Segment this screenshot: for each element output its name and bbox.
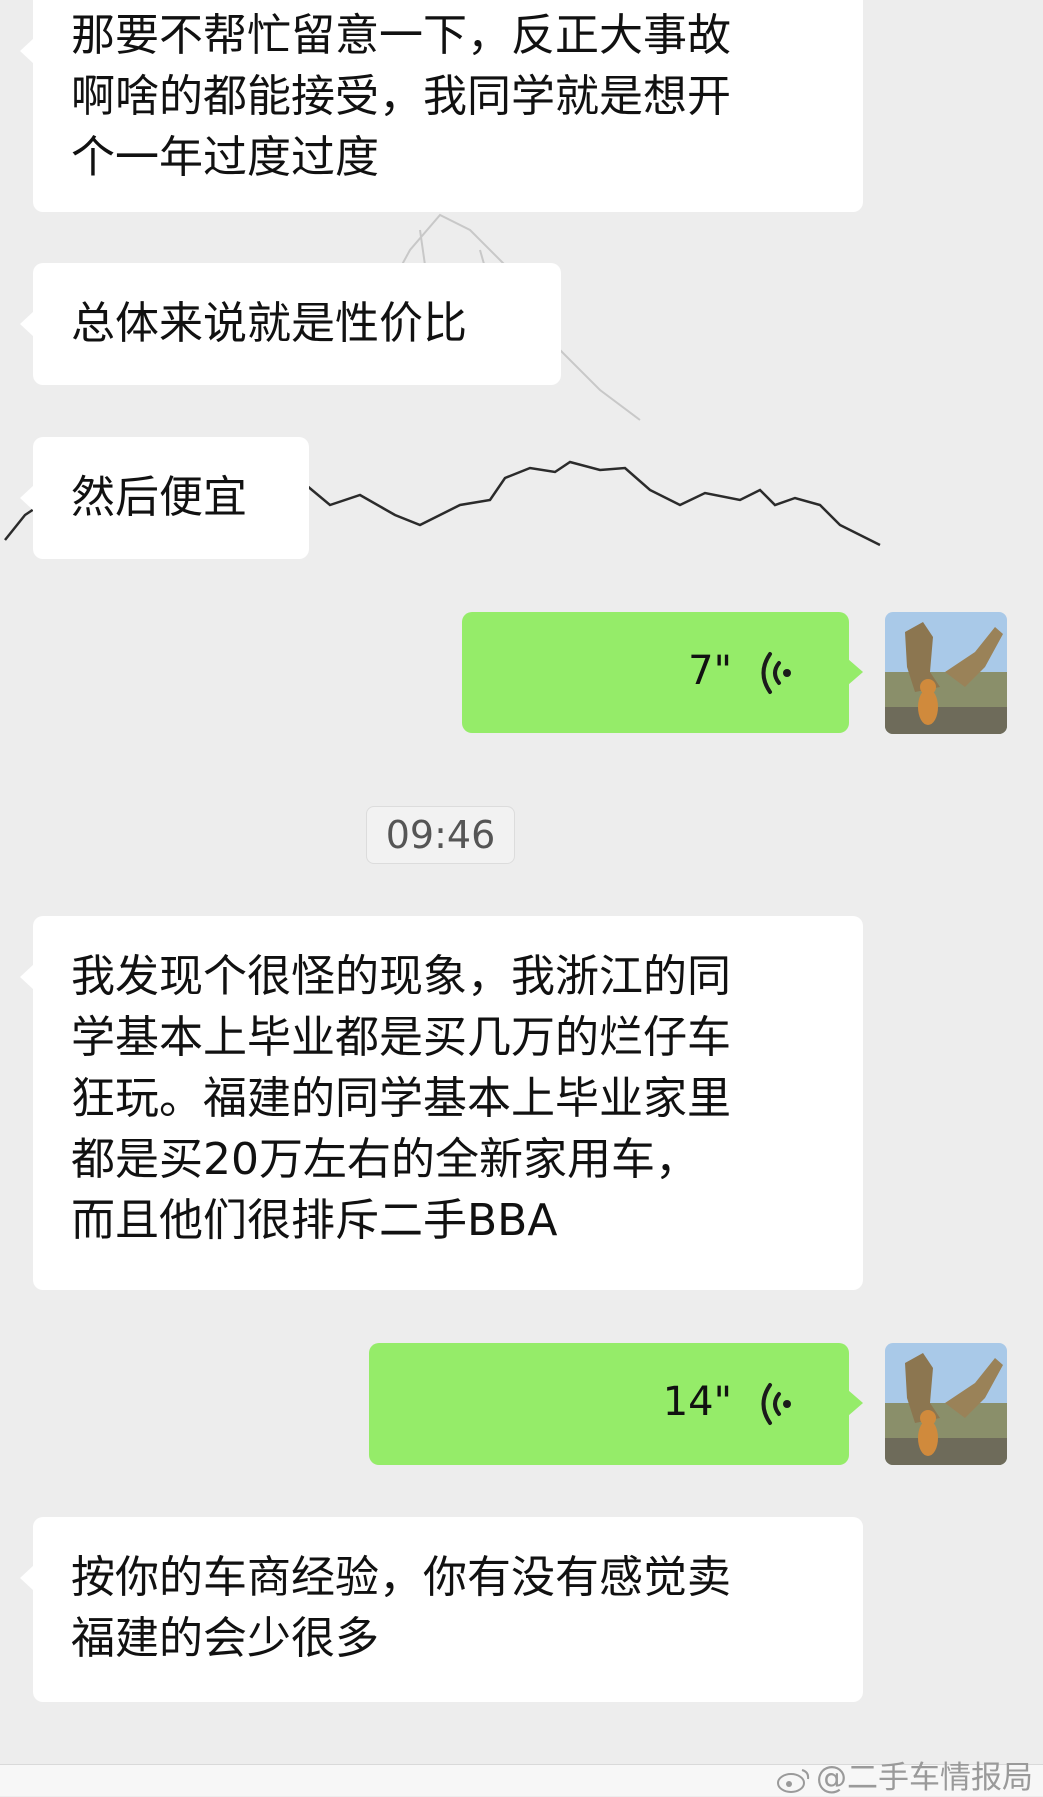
weibo-icon bbox=[777, 1768, 810, 1793]
incoming-message-bubble[interactable]: 总体来说就是性价比 bbox=[20, 263, 561, 385]
weibo-watermark: @二手车情报局 bbox=[776, 1752, 1033, 1797]
message-text: 那要不帮忙留意一下，反正大事故 啊啥的都能接受，我同学就是想开 个一年过度过度 bbox=[71, 10, 731, 183]
outgoing-voice-message[interactable]: 14" bbox=[369, 1343, 863, 1465]
message-text: 总体来说就是性价比 bbox=[71, 298, 467, 349]
user-avatar[interactable] bbox=[885, 612, 1007, 734]
voice-wave-icon bbox=[761, 1383, 791, 1425]
watermark-text: @二手车情报局 bbox=[816, 1760, 1033, 1796]
message-text: 然后便宜 bbox=[71, 472, 247, 523]
dog-avatar-image bbox=[885, 1343, 1007, 1465]
voice-duration: 14" bbox=[662, 1379, 732, 1425]
dog-avatar-image bbox=[885, 612, 1007, 734]
outgoing-voice-message[interactable]: 7" bbox=[462, 612, 863, 733]
incoming-message-bubble[interactable]: 然后便宜 bbox=[20, 437, 309, 559]
voice-wave-icon bbox=[761, 652, 791, 694]
incoming-message-bubble[interactable]: 那要不帮忙留意一下，反正大事故 啊啥的都能接受，我同学就是想开 个一年过度过度 bbox=[20, 0, 863, 212]
message-text: 按你的车商经验，你有没有感觉卖 福建的会少很多 bbox=[71, 1552, 731, 1664]
voice-duration: 7" bbox=[688, 648, 732, 694]
chat-timestamp: 09:46 bbox=[366, 806, 515, 864]
incoming-message-bubble[interactable]: 我发现个很怪的现象，我浙江的同 学基本上毕业都是买几万的烂仔车 狂玩。福建的同学… bbox=[20, 916, 863, 1290]
incoming-message-bubble[interactable]: 按你的车商经验，你有没有感觉卖 福建的会少很多 bbox=[20, 1517, 863, 1702]
message-text: 我发现个很怪的现象，我浙江的同 学基本上毕业都是买几万的烂仔车 狂玩。福建的同学… bbox=[71, 951, 731, 1246]
user-avatar[interactable] bbox=[885, 1343, 1007, 1465]
